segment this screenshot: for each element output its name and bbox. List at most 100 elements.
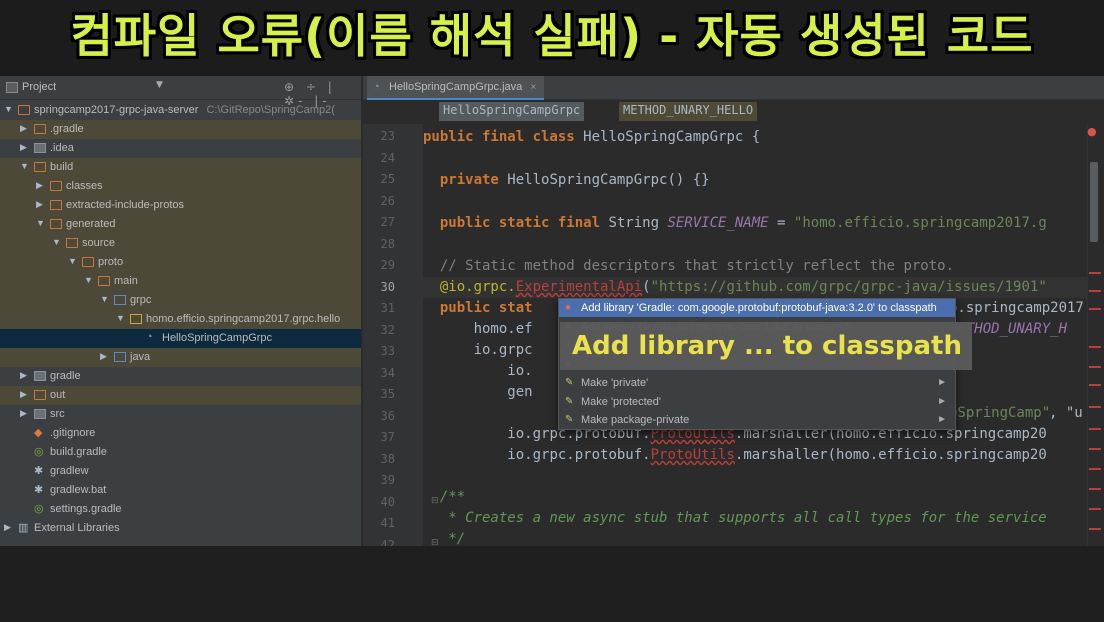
popup-menu-item[interactable]: ● Add library 'Gradle: com.google.protobu… — [559, 299, 955, 317]
folder-icon — [66, 238, 78, 248]
error-stripe[interactable] — [1089, 308, 1101, 310]
breadcrumb-field[interactable]: METHOD_UNARY_HELLO — [619, 102, 758, 121]
bulb-red-icon: ● — [565, 302, 572, 313]
tree-item[interactable]: ▼ build — [0, 158, 361, 177]
tree-item[interactable]: ▼ main — [0, 272, 361, 291]
breadcrumb-class[interactable]: HelloSpringCampGrpc — [439, 102, 585, 121]
tree-item-label: homo.efficio.springcamp2017.grpc.hello — [146, 313, 341, 325]
tree-item[interactable]: ▶ extracted-include-protos — [0, 196, 361, 215]
folder-icon — [98, 276, 110, 286]
error-stripe[interactable] — [1089, 384, 1101, 386]
error-stripe[interactable] — [1089, 468, 1101, 470]
tree-item[interactable]: ▶ java — [0, 348, 361, 367]
error-stripe[interactable] — [1089, 528, 1101, 530]
banner-title: 컴파일 오류(이름 해석 실패) - 자동 생성된 코드 — [70, 9, 1034, 63]
line-number: 35 — [380, 387, 395, 401]
tree-item[interactable]: ▼ source — [0, 234, 361, 253]
error-stripe[interactable] — [1089, 272, 1101, 274]
java-class-icon: ◔ — [146, 331, 153, 343]
error-stripe[interactable] — [1089, 366, 1101, 368]
code-line: private HelloSpringCampGrpc() {} — [439, 172, 710, 188]
collapsed-arrow-icon[interactable]: ▶ — [20, 123, 30, 134]
collapsed-arrow-icon[interactable]: ▶ — [4, 522, 14, 533]
project-view-selector[interactable]: Project — [22, 81, 56, 93]
expanded-arrow-icon[interactable]: ▼ — [68, 256, 78, 266]
line-number: 26 — [380, 193, 395, 208]
line-number: 27 — [380, 215, 395, 229]
line-number: 29 — [380, 258, 395, 272]
line-number: 41 — [380, 516, 395, 530]
collapsed-arrow-icon[interactable]: ▶ — [20, 142, 30, 153]
expanded-arrow-icon[interactable]: ▼ — [36, 218, 46, 228]
collapsed-arrow-icon[interactable]: ▶ — [20, 370, 30, 381]
error-stripe[interactable] — [1089, 448, 1101, 450]
error-stripe[interactable] — [1089, 488, 1101, 490]
error-stripe[interactable] — [1089, 508, 1101, 510]
error-stripe[interactable] — [1089, 428, 1101, 430]
popup-menu-item[interactable]: ✎ Make package-private ► — [559, 411, 955, 429]
tree-item[interactable]: ▶ .idea — [0, 139, 361, 158]
chevron-down-icon[interactable]: ▼ — [156, 80, 163, 90]
tree-item-label: build.gradle — [50, 446, 107, 458]
project-panel: Project ▼ ⊕ ÷ | ✲- |- ▼ springcamp2017-gr… — [0, 76, 362, 546]
tree-item[interactable]: ◎ build.gradle — [0, 443, 361, 462]
tree-item[interactable]: ▶ .gradle — [0, 120, 361, 139]
tree-item[interactable]: ◎ settings.gradle — [0, 500, 361, 519]
line-number: 25 — [380, 172, 395, 186]
folder-icon — [34, 162, 46, 172]
expanded-arrow-icon[interactable]: ▼ — [84, 275, 94, 285]
folder-icon — [34, 124, 46, 134]
tree-item[interactable]: ◔ HelloSpringCampGrpc — [0, 329, 361, 348]
collapsed-arrow-icon[interactable]: ▶ — [36, 180, 46, 191]
java-class-icon: ◔ — [373, 81, 380, 93]
tree-item-label: gradlew — [50, 465, 89, 477]
tree-item[interactable]: ◆ .gitignore — [0, 424, 361, 443]
tree-item[interactable]: ▶ src — [0, 405, 361, 424]
tree-item-label: source — [82, 237, 116, 249]
pen-icon: ✎ — [565, 376, 574, 388]
editor-tab-label: HelloSpringCampGrpc.java — [389, 81, 523, 93]
expanded-arrow-icon[interactable]: ▼ — [52, 237, 62, 247]
folder-grey-icon — [34, 371, 46, 381]
error-stripe[interactable] — [1089, 346, 1101, 348]
error-indicator-icon[interactable]: ● — [1087, 125, 1097, 138]
line-number: 33 — [380, 344, 395, 358]
close-icon[interactable]: × — [530, 82, 536, 93]
tree-item[interactable]: ▼ proto — [0, 253, 361, 272]
tree-item[interactable]: ▶ gradle — [0, 367, 361, 386]
popup-menu-item-label: Make package-private — [581, 414, 690, 427]
tree-item[interactable]: ▶ ▥ External Libraries — [0, 519, 361, 538]
tree-item[interactable]: ▶ out — [0, 386, 361, 405]
folder-icon — [18, 105, 30, 115]
line-number: 36 — [380, 408, 395, 423]
tree-item[interactable]: ✱ gradlew — [0, 462, 361, 481]
expanded-arrow-icon[interactable]: ▼ — [20, 161, 30, 171]
collapsed-arrow-icon[interactable]: ▶ — [20, 408, 30, 419]
popup-menu-item-label: Make 'private' — [581, 376, 649, 389]
scroll-thumb[interactable] — [1090, 162, 1098, 242]
title-banner: 컴파일 오류(이름 해석 실패) - 자동 생성된 코드 — [0, 0, 1104, 76]
error-stripe[interactable] — [1089, 290, 1101, 292]
error-stripe[interactable] — [1089, 406, 1101, 408]
tree-item[interactable]: ▼ homo.efficio.springcamp2017.grpc.hello — [0, 310, 361, 329]
tree-item[interactable]: ▶ classes — [0, 177, 361, 196]
code-line: /** — [439, 489, 466, 505]
tree-item-label: main — [114, 275, 138, 287]
popup-menu-item[interactable]: ✎ Make 'private' ► — [559, 374, 955, 392]
expanded-arrow-icon[interactable]: ▼ — [4, 104, 14, 114]
collapsed-arrow-icon[interactable]: ▶ — [100, 351, 110, 362]
folder-icon — [50, 200, 62, 210]
editor-tab[interactable]: ◔ HelloSpringCampGrpc.java × — [367, 76, 545, 100]
collapsed-arrow-icon[interactable]: ▶ — [20, 389, 30, 400]
tree-item[interactable]: ▼ springcamp2017-grpc-java-server C:\GitRe… — [0, 101, 361, 120]
tree-item[interactable]: ▼ grpc — [0, 291, 361, 310]
expanded-arrow-icon[interactable]: ▼ — [116, 313, 126, 323]
tree-item[interactable]: ▼ generated — [0, 215, 361, 234]
tree-item-label: generated — [66, 218, 116, 230]
expanded-arrow-icon[interactable]: ▼ — [100, 294, 110, 304]
collapsed-arrow-icon[interactable]: ▶ — [36, 199, 46, 210]
tree-item[interactable]: ✱ gradlew.bat — [0, 481, 361, 500]
popup-menu-item[interactable]: ✎ Make 'protected' ► — [559, 393, 955, 411]
breadcrumb: HelloSpringCampGrpc METHOD_UNARY_HELLO — [363, 100, 1104, 124]
line-number: 30 — [380, 279, 395, 294]
